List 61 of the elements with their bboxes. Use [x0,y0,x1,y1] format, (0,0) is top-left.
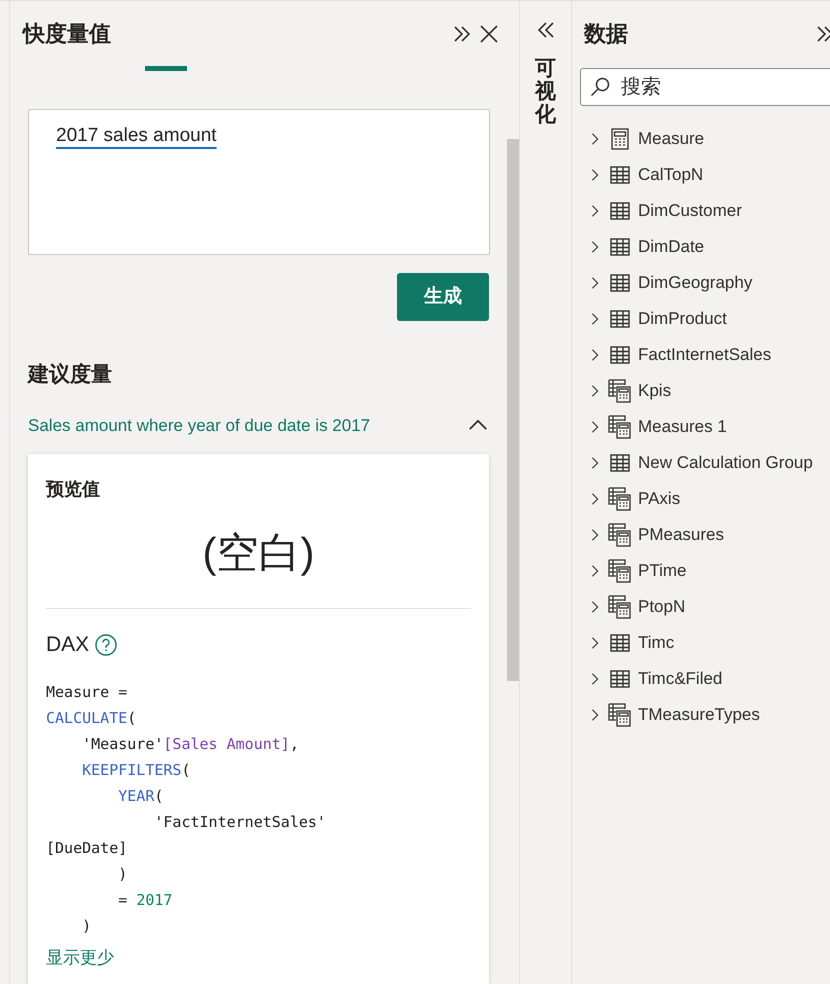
table-icon [610,202,630,220]
field-list-item[interactable]: PTime [580,553,830,589]
preview-value: (空白) [202,528,314,578]
help-icon[interactable] [95,634,118,656]
table-calculator-icon [608,523,632,547]
table-icon [610,310,630,328]
table-icon [610,670,630,688]
table-calculator-icon [608,703,632,727]
field-list-item[interactable]: FactInternetSales [580,337,830,373]
show-less-link[interactable]: 显示更少 [46,944,471,970]
field-list-item[interactable]: DimProduct [580,301,830,337]
field-list-item[interactable]: New Calculation Group [580,445,830,481]
suggestion-header[interactable]: Sales amount where year of due date is 2017 [28,412,489,438]
table-icon [610,454,630,472]
table-icon [610,166,630,184]
field-list-item[interactable]: Timc&Filed [580,661,830,697]
table-calculator-icon [608,487,632,511]
prompt-input[interactable]: 2017 sales amount [28,109,490,255]
table-calculator-icon [608,595,632,619]
pane-title: 快度量值 [23,20,111,48]
field-list-item[interactable]: PAxis [580,481,830,517]
field-list-item[interactable]: DimCustomer [580,193,830,229]
field-list-item[interactable]: PMeasures [580,517,830,553]
pane-title: 数据 [584,20,628,48]
code-line: ) [81,916,92,936]
dax-label: DAX [46,632,90,658]
search-field[interactable]: 搜索 [580,68,830,106]
calculator-icon [610,128,630,150]
section-heading: 建议度量 [28,362,113,388]
field-list-item[interactable]: Kpis [580,373,830,409]
code-line: = 2017 [117,890,174,910]
close-icon[interactable] [479,24,499,44]
scrollbar-thumb[interactable] [507,139,519,681]
search-icon [590,77,610,97]
visualizations-label[interactable]: 可视化 [535,57,556,126]
code-line: ) [117,864,128,884]
table-calculator-icon [608,379,632,403]
code-line: KEEPFILTERS( [81,760,192,780]
field-list-item[interactable]: CalTopN [580,157,830,193]
field-list-item[interactable]: DimDate [580,229,830,265]
code-line: CALCULATE( [46,708,138,728]
field-list-item[interactable]: DimGeography [580,265,830,301]
table-calculator-icon [608,559,632,583]
code-line: Measure = [46,682,128,702]
field-list-item[interactable]: TMeasureTypes [580,697,830,733]
table-icon [610,274,630,292]
code-line: [DueDate] [46,838,128,858]
table-icon [610,346,630,364]
field-list-item[interactable]: Measures 1 [580,409,830,445]
field-list-item[interactable]: Timc [580,625,830,661]
tab-indicator [145,66,187,71]
table-calculator-icon [608,415,632,439]
field-list-item[interactable]: PtopN [580,589,830,625]
table-icon [610,634,630,652]
code-line: 'Measure'[Sales Amount], [81,734,300,754]
code-line: 'FactInternetSales' [153,812,327,832]
field-list-item[interactable]: Measure [580,121,830,157]
table-icon [610,238,630,256]
preview-label: 预览值 [46,478,100,501]
code-line: YEAR( [117,786,164,806]
generate-button[interactable]: 生成 [397,273,489,321]
